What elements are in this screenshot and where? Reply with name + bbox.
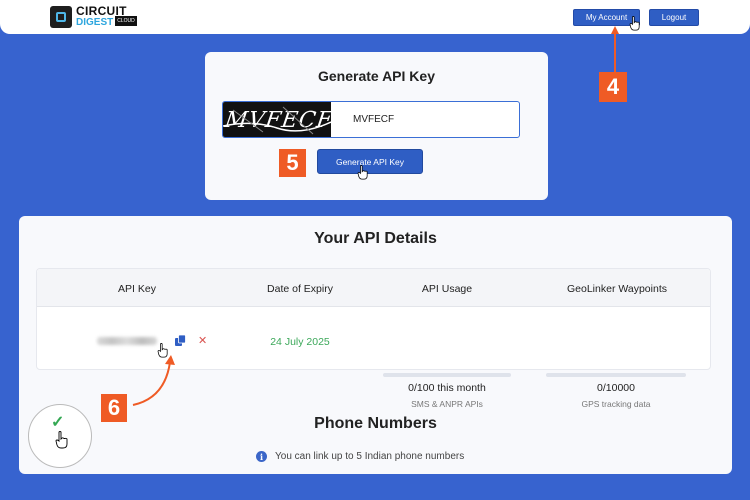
- step-badge-5: 5: [279, 149, 306, 177]
- cursor-hand-icon: [629, 16, 640, 31]
- cursor-hand-icon: [157, 343, 168, 358]
- arrow-step6: [132, 361, 171, 406]
- annotation-overlay: [132, 26, 619, 406]
- step-badge-6: 6: [101, 394, 127, 422]
- cursor-hand-icon: [357, 165, 368, 180]
- arrow-head-step4: [611, 26, 619, 34]
- step-badge-4: 4: [599, 72, 627, 102]
